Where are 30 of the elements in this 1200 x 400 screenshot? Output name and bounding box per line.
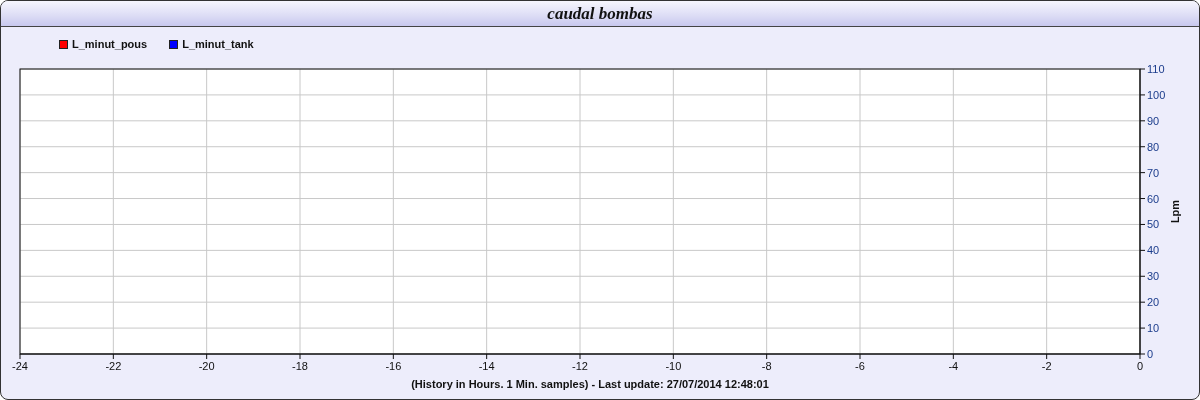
y-tick-label: 10 <box>1147 322 1160 335</box>
x-tick-label: -24 <box>12 360 28 372</box>
x-tick-label: -2 <box>1041 360 1052 372</box>
panel-title: caudal bombas <box>547 3 653 24</box>
x-tick-label: -22 <box>105 360 122 372</box>
x-tick-label: -4 <box>948 360 959 372</box>
x-tick-label: -20 <box>198 360 215 372</box>
y-tick-label: 70 <box>1147 166 1160 179</box>
y-tick-label: 30 <box>1147 270 1160 283</box>
x-tick-label: -10 <box>665 360 682 372</box>
y-tick-label: 50 <box>1147 218 1160 231</box>
x-tick-label: -14 <box>478 360 495 372</box>
y-tick-label: 60 <box>1147 192 1160 205</box>
x-tick-label: 0 <box>1136 360 1144 372</box>
x-axis-label: (History in Hours. 1 Min. samples) - Last update: 27/07/2014 12:48:01 <box>411 378 769 390</box>
x-tick-label: -18 <box>292 360 308 372</box>
x-tick-label: -12 <box>572 360 588 372</box>
y-tick-label: 110 <box>1147 63 1165 75</box>
y-tick-label: 80 <box>1147 140 1160 153</box>
legend-label: L_minut_pous <box>72 38 148 50</box>
y-tick-label: 0 <box>1147 348 1154 360</box>
x-tick-label: -8 <box>761 360 772 372</box>
x-tick-label: -6 <box>855 360 865 372</box>
y-axis-label: Lpm <box>1169 199 1181 224</box>
x-tick-label: -16 <box>385 360 402 372</box>
y-tick-label: 20 <box>1147 296 1160 309</box>
y-tick-label: 40 <box>1147 244 1160 257</box>
y-tick-label: 90 <box>1147 114 1160 127</box>
y-tick-label: 100 <box>1147 88 1166 101</box>
legend-label: L_minut_tank <box>182 38 254 50</box>
